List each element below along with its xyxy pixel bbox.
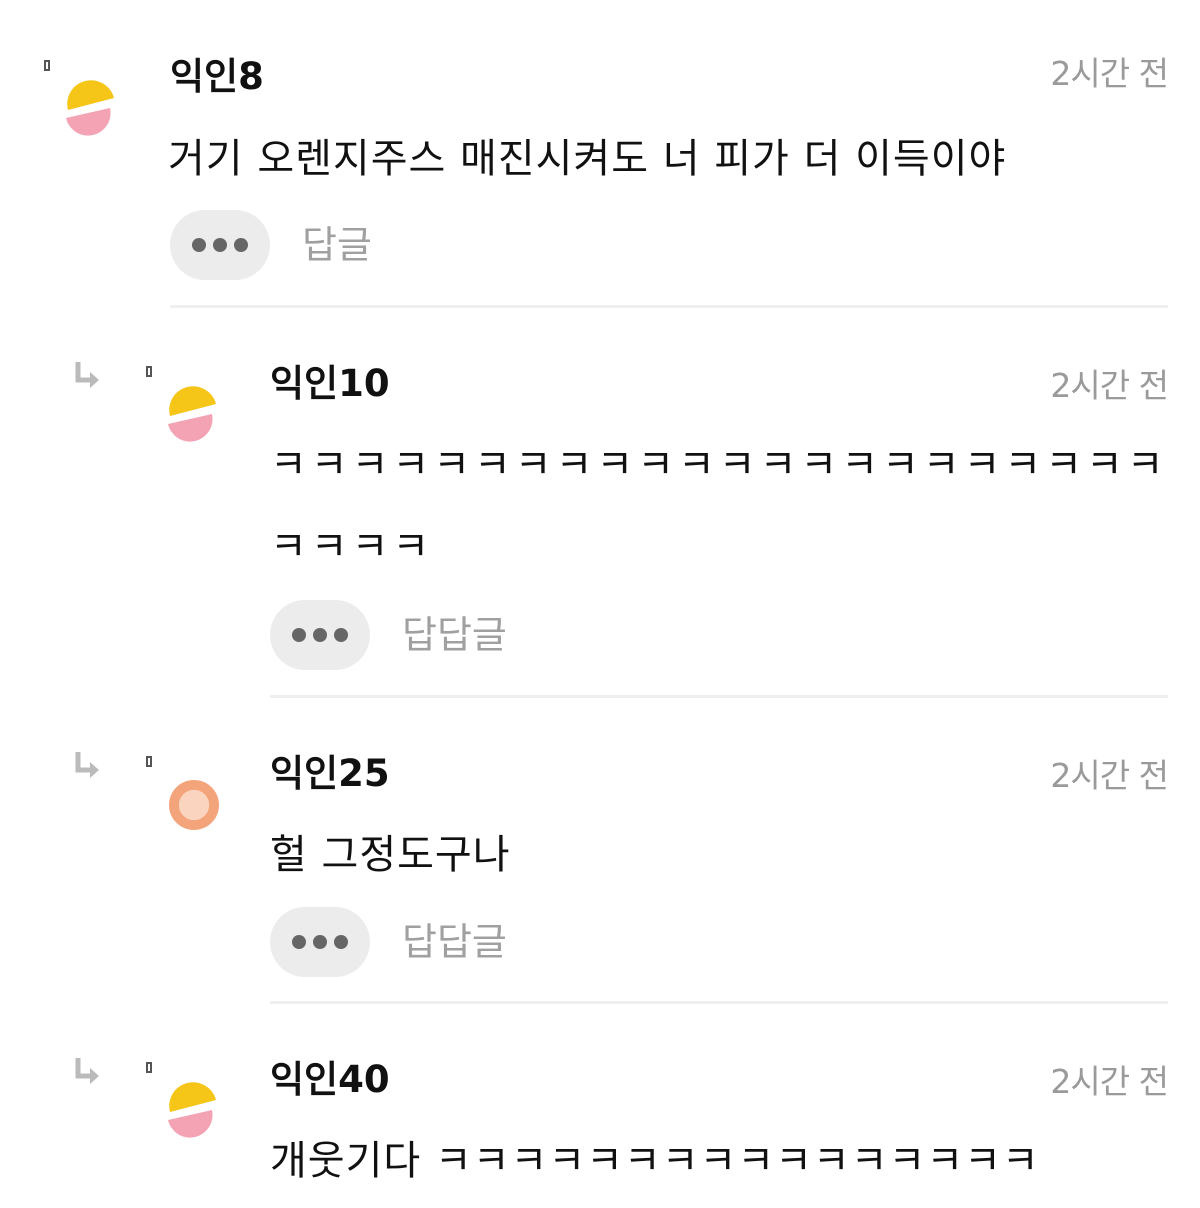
yellow-pink-halves-avatar-icon [168,1082,216,1138]
marker-icon [146,1062,152,1073]
timestamp: 2시간 전 [1050,1062,1169,1101]
username: 익인40 [270,1058,390,1101]
comment-text: 개웃기다 ㅋㅋㅋㅋㅋㅋㅋㅋㅋㅋㅋㅋㅋㅋㅋㅋ [270,1138,1040,1184]
reply-arrow-icon [75,1058,99,1084]
comment-item: 익인40 2시간 전 개웃기다 ㅋㅋㅋㅋㅋㅋㅋㅋㅋㅋㅋㅋㅋㅋㅋㅋ [0,0,1200,1208]
